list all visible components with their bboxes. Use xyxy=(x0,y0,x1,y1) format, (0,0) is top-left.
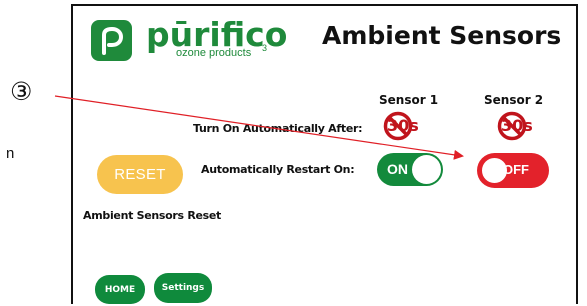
callout-arrow xyxy=(54,95,464,160)
